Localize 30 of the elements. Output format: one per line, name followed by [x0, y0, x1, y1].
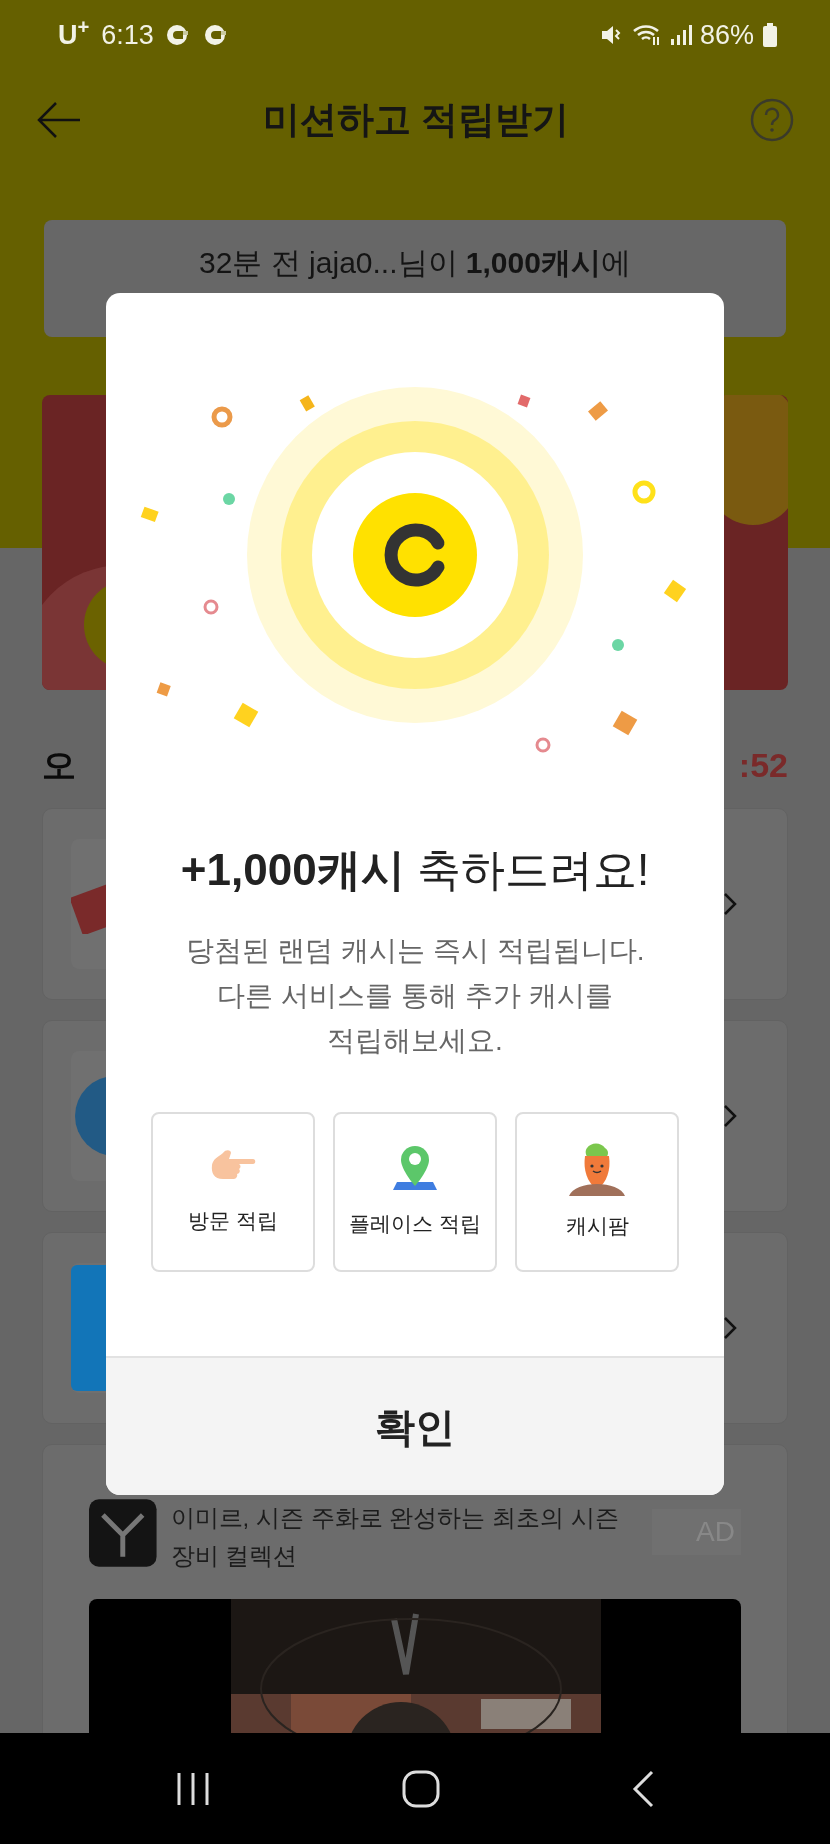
back-arrow-icon[interactable]	[36, 101, 82, 139]
recent-apps-icon[interactable]	[175, 1770, 212, 1807]
chevron-right-icon[interactable]	[723, 1316, 737, 1340]
confirm-button[interactable]: 확인	[106, 1356, 724, 1495]
service-tile[interactable]: 방문 적립	[151, 1112, 315, 1272]
ad-headline: 이미르, 시즌 주화로 완성하는 최초의 시즌 장비 컬렉션	[170, 1503, 620, 1571]
home-icon[interactable]	[402, 1769, 440, 1808]
chevron-right-icon[interactable]	[723, 1104, 737, 1128]
wifi-icon	[631, 23, 662, 47]
carrot-character-icon	[569, 1142, 625, 1197]
countdown-timer: :52	[738, 744, 788, 786]
back-icon[interactable]	[630, 1769, 655, 1808]
game-app-icon	[89, 1499, 157, 1567]
notice-text: 32분 전 jaja0...님이 1,000캐시에	[199, 245, 631, 280]
dialog-description: 당첨된 랜덤 캐시는 즉시 적립됩니다. 다른 서비스를 통해 추가 캐시를 적립해보세요.	[185, 934, 645, 1058]
section-title: 오	[42, 744, 76, 786]
coin-icon	[353, 493, 477, 617]
service-tile[interactable]: 플레이스 적립	[333, 1112, 497, 1272]
battery-percentage: 86%	[699, 18, 754, 52]
clock: 6:13	[101, 18, 154, 52]
chevron-right-icon[interactable]	[723, 892, 737, 916]
dialog-title: +1,000캐시 축하드려요!	[180, 844, 650, 896]
page-title: 미션하고 적립받기	[262, 98, 570, 143]
service-tile[interactable]: 캐시팜	[515, 1112, 679, 1272]
carrier-label: U$^{+}$	[58, 14, 90, 52]
service-label: 캐시팜	[565, 1213, 629, 1240]
service-label: 플레이스 적립	[349, 1211, 481, 1238]
battery-icon	[762, 23, 778, 47]
signal-icon	[669, 24, 692, 46]
service-label: 방문 적립	[188, 1208, 278, 1235]
